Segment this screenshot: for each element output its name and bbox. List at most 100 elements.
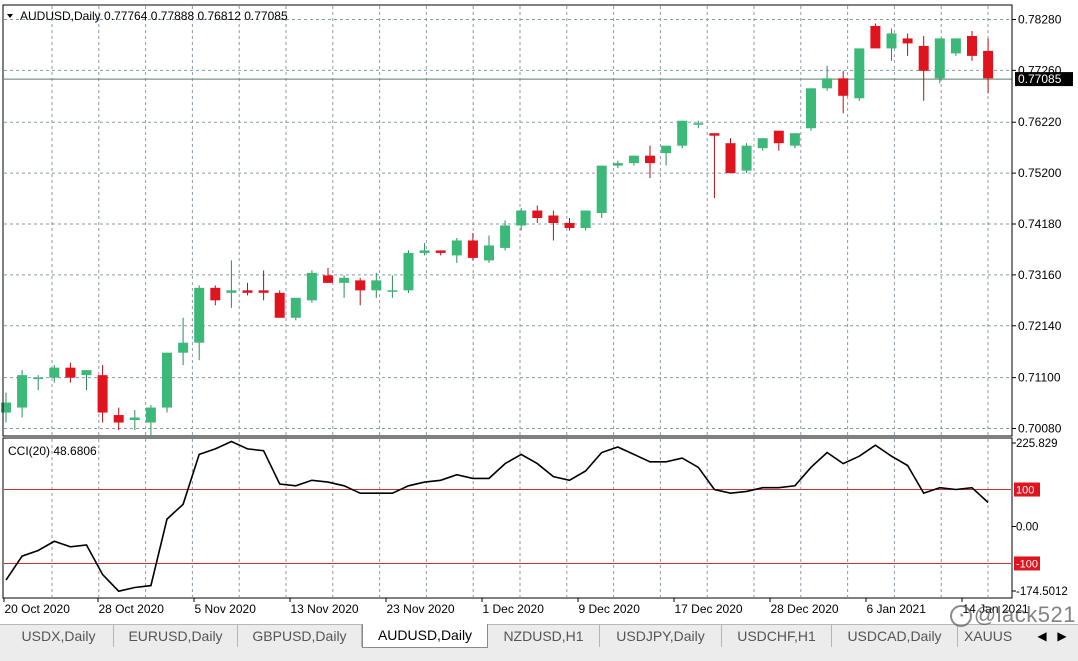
candle-body bbox=[806, 88, 816, 129]
candle-body bbox=[596, 165, 607, 214]
candle-body bbox=[902, 38, 913, 44]
price-tick-label: 0.72140 bbox=[1018, 319, 1062, 333]
candle-body bbox=[65, 367, 76, 378]
candle-body bbox=[290, 297, 301, 318]
cci-tick-label: 0.00 bbox=[1016, 521, 1038, 533]
candle-body bbox=[967, 35, 977, 56]
price-tick-label: 0.78280 bbox=[1018, 12, 1062, 26]
chart-area[interactable]: 0.782800.772600.762200.752000.741800.731… bbox=[0, 0, 1078, 624]
candle-body bbox=[17, 375, 28, 408]
scroll-left-icon[interactable]: ◀ bbox=[1034, 627, 1050, 645]
time-tick-label: 6 Jan 2021 bbox=[867, 602, 927, 616]
candle-body bbox=[210, 287, 221, 301]
candle-body bbox=[886, 33, 897, 49]
candle-body bbox=[950, 38, 961, 54]
cci-label: CCI(20) 48.6806 bbox=[8, 444, 97, 458]
candle-body bbox=[612, 163, 623, 166]
tab-usdjpy-daily[interactable]: USDJPY,Daily bbox=[600, 625, 722, 647]
candle-body bbox=[113, 415, 124, 423]
tab-nzdusd-h1[interactable]: NZDUSD,H1 bbox=[488, 625, 600, 647]
price-tick-label: 0.76220 bbox=[1018, 115, 1062, 129]
candle-body bbox=[725, 143, 736, 174]
tab-usdx-daily[interactable]: USDX,Daily bbox=[4, 625, 114, 647]
tab-audusd-daily[interactable]: AUDUSD,Daily bbox=[362, 624, 488, 648]
tab-gbpusd-daily[interactable]: GBPUSD,Daily bbox=[238, 625, 362, 647]
chart-tab-bar: USDX,Daily EURUSD,Daily GBPUSD,Daily AUD… bbox=[0, 624, 1078, 661]
candle-body bbox=[419, 250, 430, 253]
tab-usdchf-h1[interactable]: USDCHF,H1 bbox=[722, 625, 832, 647]
candle-body bbox=[789, 133, 800, 146]
watermark: ◔ @lack521 bbox=[949, 602, 1076, 628]
time-tick-label: 20 Oct 2020 bbox=[5, 602, 71, 616]
time-tick-label: 1 Dec 2020 bbox=[483, 602, 545, 616]
candle-body bbox=[918, 45, 929, 71]
cci-level-label: -100 bbox=[1016, 558, 1038, 570]
tab-xauusd[interactable]: XAUUS bbox=[958, 625, 1030, 647]
candle-body bbox=[226, 290, 237, 293]
candle-body bbox=[49, 367, 60, 378]
candle-body bbox=[355, 280, 366, 291]
candle-body bbox=[81, 370, 92, 376]
candle-body bbox=[838, 78, 849, 96]
price-tick-label: 0.71100 bbox=[1018, 371, 1061, 385]
time-tick-label: 5 Nov 2020 bbox=[195, 602, 257, 616]
time-tick-label: 23 Nov 2020 bbox=[387, 602, 455, 616]
candle-body bbox=[178, 342, 189, 353]
candle-body bbox=[129, 417, 140, 421]
candle-body bbox=[677, 120, 688, 146]
price-tick-label: 0.74180 bbox=[1018, 217, 1062, 231]
price-tick-label: 0.75200 bbox=[1018, 166, 1062, 180]
candle-body bbox=[741, 145, 752, 171]
candle-body bbox=[33, 377, 44, 380]
candle-body bbox=[258, 290, 269, 293]
candle-body bbox=[306, 272, 317, 301]
candle-body bbox=[339, 277, 350, 283]
candle-body bbox=[773, 130, 784, 144]
candle-body bbox=[371, 280, 382, 291]
candle-body bbox=[451, 240, 462, 256]
candle-body bbox=[564, 222, 575, 228]
tab-usdcad-daily[interactable]: USDCAD,Daily bbox=[832, 625, 958, 647]
candle-body bbox=[97, 375, 108, 413]
time-tick-label: 17 Dec 2020 bbox=[675, 602, 743, 616]
candle-body bbox=[484, 245, 494, 261]
time-tick-label: 28 Oct 2020 bbox=[99, 602, 165, 616]
candle-body bbox=[435, 250, 446, 253]
candle-body bbox=[983, 50, 994, 79]
symbol-header: AUDUSD,Daily 0.77764 0.77888 0.76812 0.7… bbox=[20, 9, 288, 23]
candle-body bbox=[757, 138, 768, 149]
watermark-logo-icon: ◔ bbox=[949, 605, 972, 628]
chart-background bbox=[0, 0, 1078, 624]
time-tick-label: 28 Dec 2020 bbox=[771, 602, 839, 616]
price-tick-label: 0.70080 bbox=[1018, 422, 1062, 436]
last-price-label: 0.77085 bbox=[1018, 72, 1062, 86]
candle-body bbox=[548, 215, 559, 223]
candle-body bbox=[145, 407, 156, 423]
candle-body bbox=[854, 48, 865, 99]
price-tick-label: 0.73160 bbox=[1018, 268, 1062, 282]
candle-body bbox=[693, 123, 704, 125]
candle-body bbox=[403, 252, 414, 291]
candle-body bbox=[645, 155, 655, 164]
candle-body bbox=[661, 145, 672, 154]
candle-body bbox=[242, 290, 253, 293]
candle-body bbox=[162, 352, 172, 408]
candle-body bbox=[580, 210, 591, 228]
candle-body bbox=[500, 225, 511, 248]
candle-body bbox=[516, 210, 527, 226]
candle-body bbox=[194, 287, 205, 343]
cci-tick-label: -174.5012 bbox=[1016, 586, 1068, 598]
cci-level-label: 100 bbox=[1016, 485, 1034, 497]
candle-body bbox=[628, 155, 639, 164]
candle-body bbox=[323, 275, 333, 283]
candle-body bbox=[387, 290, 398, 292]
tab-eurusd-daily[interactable]: EURUSD,Daily bbox=[114, 625, 238, 647]
candle-body bbox=[467, 240, 478, 258]
scroll-right-icon[interactable]: ▶ bbox=[1054, 627, 1070, 645]
candle-body bbox=[709, 133, 720, 136]
candle-body bbox=[274, 292, 285, 318]
cci-tick-label: 225.829 bbox=[1016, 438, 1058, 450]
candle-body bbox=[870, 25, 881, 49]
candle-body bbox=[822, 78, 833, 89]
time-tick-label: 13 Nov 2020 bbox=[291, 602, 359, 616]
